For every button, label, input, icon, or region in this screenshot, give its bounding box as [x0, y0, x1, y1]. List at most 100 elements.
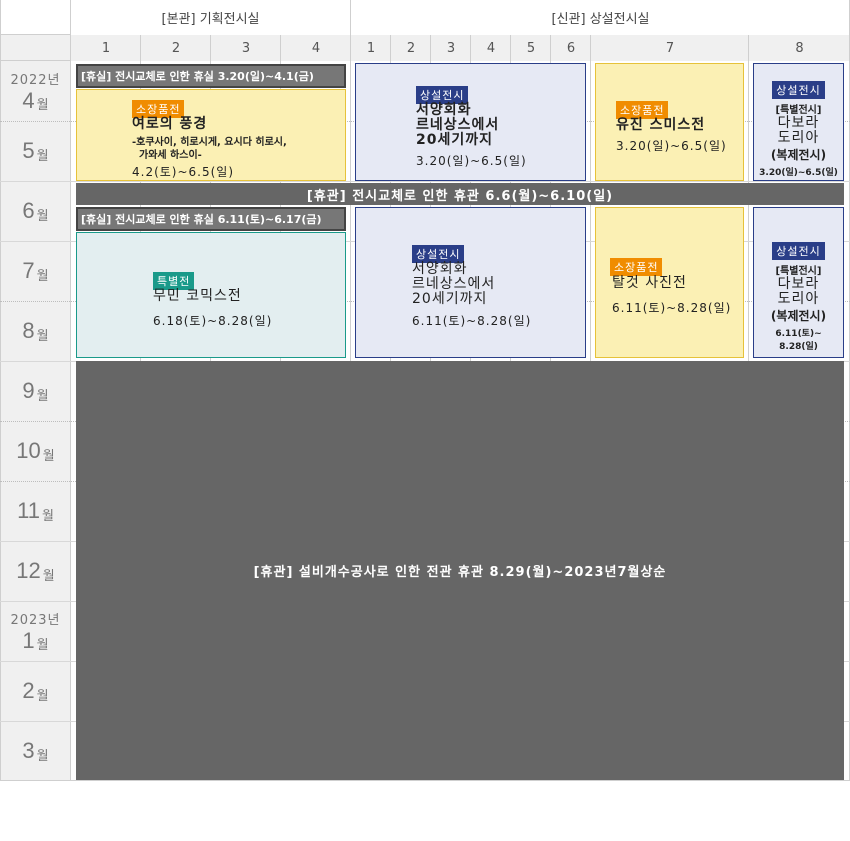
- month-number: 2: [22, 678, 35, 703]
- month-number: 3: [22, 738, 35, 763]
- month-unit: 월: [36, 148, 49, 164]
- month-cell: 9월: [0, 361, 71, 421]
- exhibition-card-moomin[interactable]: 특별전 무민 코믹스전 6.18(토)~8.28(일): [76, 232, 346, 358]
- month-unit: 월: [36, 688, 49, 704]
- exhibition-card-journey-landscape[interactable]: 소장품전 여로의 풍경 -호쿠사이, 히로시게, 요시다 히로시, 가와세 하스…: [76, 89, 346, 181]
- month-cell: 2023년 1월: [0, 601, 71, 661]
- month-cell: 2월: [0, 661, 71, 721]
- exhibition-note: (복제전시): [770, 148, 827, 162]
- new-hall-header: [신관] 상설전시실: [351, 0, 850, 35]
- month-cell: 11 월: [0, 481, 71, 541]
- month-number: 6: [22, 198, 35, 223]
- exhibition-date: 3.20(일)~6.5(일): [616, 139, 727, 153]
- exhibition-note: (복제전시): [770, 309, 827, 323]
- month-number: 9: [22, 378, 35, 403]
- month-unit: 월: [36, 748, 49, 764]
- closure-text: [휴관] 설비개수공사로 인한 전관 휴관 8.29(월)~2023년7월상순: [253, 565, 667, 580]
- exhibition-title: 다보라: [777, 276, 820, 292]
- closure-banner-renovation[interactable]: [휴관] 설비개수공사로 인한 전관 휴관 8.29(월)~2023년7월상순: [76, 361, 844, 780]
- column-number: 3: [431, 35, 471, 61]
- exhibition-date: 4.2(토)~6.5(일): [132, 165, 235, 179]
- month-number: 7: [22, 258, 35, 283]
- month-number: 12: [16, 558, 41, 583]
- exhibition-title: 여로의 풍경: [132, 116, 208, 132]
- month-number: 11: [17, 498, 40, 523]
- exhibition-date: 6.11(토)~8.28(일): [612, 301, 732, 315]
- exhibition-card-eugene-smith[interactable]: 소장품전 유진 스미스전 3.20(일)~6.5(일): [595, 63, 744, 181]
- month-unit: 월: [42, 568, 55, 584]
- exhibition-date: 6.11(토)~8.28(일): [412, 314, 532, 328]
- grid-line: [0, 181, 850, 182]
- exhibition-card-vehicle-photo[interactable]: 소장품전 탈것 사진전 6.11(토)~8.28(일): [595, 207, 744, 358]
- exhibition-title: 무민 코믹스전: [153, 288, 242, 304]
- month-unit: 월: [41, 508, 54, 524]
- exhibition-date: 6.11(토)~: [775, 329, 822, 339]
- month-cell: 8월: [0, 301, 71, 361]
- exhibition-title: 르네상스에서: [412, 276, 496, 292]
- month-cell: 12 월: [0, 541, 71, 601]
- month-number: 1: [22, 627, 35, 653]
- exhibition-card-western-painting-2[interactable]: 상설전시 서양회화 르네상스에서 20세기까지 6.11(토)~8.28(일): [355, 207, 586, 358]
- month-unit: 월: [36, 637, 49, 653]
- exhibition-subtag: [특별전시]: [775, 105, 822, 116]
- exhibition-subtag: [특별전시]: [775, 266, 822, 277]
- month-unit: 월: [36, 208, 49, 224]
- column-number: 7: [591, 35, 749, 61]
- closure-banner[interactable]: [휴실] 전시교체로 인한 휴실 3.20(일)~4.1(금): [76, 64, 346, 88]
- year-label: 2022년: [10, 72, 61, 88]
- exhibition-title: 도리아: [777, 291, 820, 307]
- exhibition-title: 탈것 사진전: [612, 275, 687, 291]
- column-number: 8: [749, 35, 850, 61]
- closure-banner[interactable]: [휴실] 전시교체로 인한 휴실 6.11(토)~6.17(금): [76, 207, 346, 231]
- month-unit: 월: [42, 448, 55, 464]
- month-cell: 2022년 4월: [0, 61, 71, 121]
- month-cell: 6월: [0, 181, 71, 241]
- exhibition-title: 서양회화: [412, 261, 468, 277]
- month-unit: 월: [36, 268, 49, 284]
- exhibition-title: 도리아: [777, 130, 820, 146]
- month-number: 8: [22, 318, 35, 343]
- grid-line: [0, 0, 1, 781]
- exhibition-subtitle: 가와세 하스이-: [139, 150, 202, 161]
- month-cell: 10 월: [0, 421, 71, 481]
- exhibition-date: 6.18(토)~8.28(일): [153, 314, 273, 328]
- exhibition-tag: 소장품전: [610, 258, 663, 276]
- grid-line: [70, 0, 71, 781]
- exhibition-card-doria-2[interactable]: 상설전시 [특별전시] 다보라 도리아 (복제전시) 6.11(토)~ 8.28…: [753, 207, 844, 358]
- exhibition-title: 서양회화: [416, 102, 472, 118]
- exhibition-card-western-painting[interactable]: 상설전시 서양회화 르네상스에서 20세기까지 3.20(일)~6.5(일): [355, 63, 586, 181]
- exhibition-tag: 상설전시: [772, 81, 825, 99]
- exhibition-title: 다보라: [777, 115, 820, 131]
- column-number: 2: [141, 35, 211, 61]
- month-cell: 3월: [0, 721, 71, 781]
- exhibition-date: 3.20(일)~6.5(일): [416, 154, 527, 168]
- exhibition-date: 8.28(일): [779, 342, 818, 352]
- column-number: 6: [551, 35, 591, 61]
- column-number: 4: [471, 35, 511, 61]
- column-number: 3: [211, 35, 281, 61]
- exhibition-title: 유진 스미스전: [616, 117, 706, 133]
- column-number: 1: [351, 35, 391, 61]
- year-label: 2023년: [10, 612, 61, 628]
- exhibition-tag: 상설전시: [772, 242, 825, 260]
- exhibition-date: 3.20(일)~6.5(일): [759, 168, 838, 178]
- column-number: 4: [281, 35, 351, 61]
- exhibition-title: 르네상스에서: [416, 117, 500, 133]
- month-number: 4: [22, 87, 35, 113]
- grid-line: [0, 780, 850, 781]
- month-number: 5: [22, 138, 35, 163]
- exhibition-title: 20세기까지: [412, 291, 488, 307]
- column-number: 5: [511, 35, 551, 61]
- month-unit: 월: [36, 388, 49, 404]
- column-number: 1: [71, 35, 141, 61]
- month-number: 10: [16, 438, 41, 463]
- month-cell: 7월: [0, 241, 71, 301]
- column-number: 2: [391, 35, 431, 61]
- closure-banner[interactable]: [휴관] 전시교체로 인한 휴관 6.6(월)~6.10(일): [76, 183, 844, 205]
- exhibition-card-doria-1[interactable]: 상설전시 [특별전시] 다보라 도리아 (복제전시) 3.20(일)~6.5(일…: [753, 63, 844, 181]
- month-unit: 월: [36, 97, 49, 113]
- main-hall-header: [본관] 기획전시실: [71, 0, 350, 35]
- month-unit: 월: [36, 328, 49, 344]
- month-cell: 5월: [0, 121, 71, 181]
- exhibition-title: 20세기까지: [416, 132, 494, 148]
